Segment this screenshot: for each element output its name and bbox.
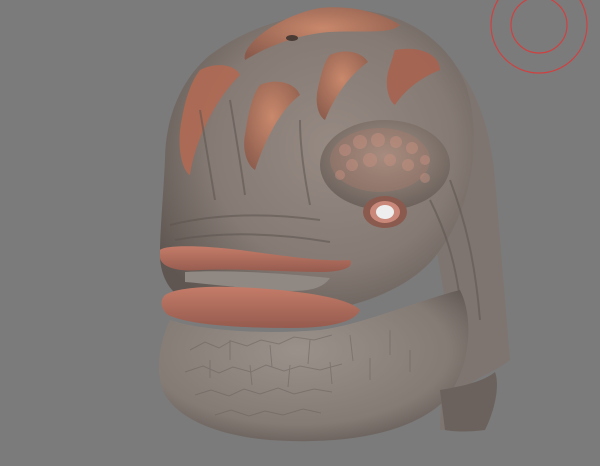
nostril bbox=[286, 35, 298, 41]
creature-head-render bbox=[158, 7, 510, 442]
eye bbox=[363, 196, 407, 228]
3d-viewport[interactable] bbox=[0, 0, 600, 466]
